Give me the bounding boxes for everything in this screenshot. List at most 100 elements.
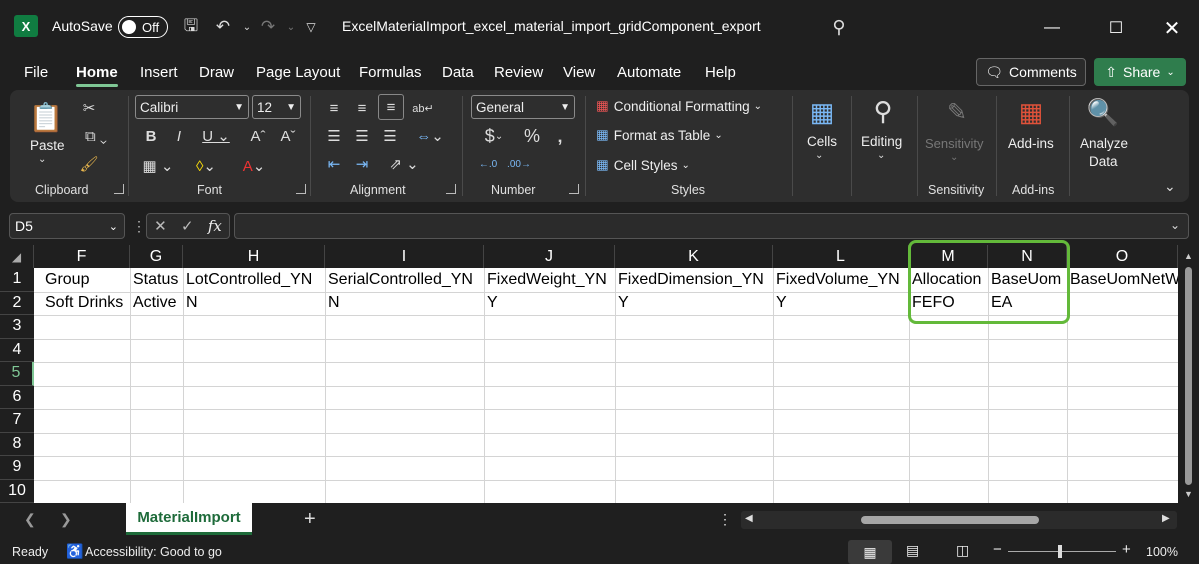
editing-dropdown-icon[interactable]: ⌄: [877, 150, 885, 161]
merge-center-icon[interactable]: ⇔ ⌄: [410, 124, 450, 148]
scroll-up-icon[interactable]: ▲: [1184, 251, 1193, 261]
scroll-down-icon[interactable]: ▼: [1184, 489, 1193, 499]
row-header-selected[interactable]: 5: [0, 362, 34, 386]
column-header[interactable]: F: [34, 245, 130, 268]
menu-insert[interactable]: Insert: [140, 64, 178, 81]
row-header[interactable]: 10: [0, 479, 34, 503]
cell-H1[interactable]: LotControlled_YN: [183, 268, 325, 292]
close-icon[interactable]: ✕: [1150, 10, 1194, 46]
cell-L1[interactable]: FixedVolume_YN: [773, 268, 909, 292]
cells-button[interactable]: Cells: [807, 134, 837, 149]
cell-O2[interactable]: [1067, 292, 1178, 316]
undo-icon[interactable]: ↶: [210, 15, 236, 39]
format-painter-icon[interactable]: 🖌: [76, 152, 102, 176]
cell-styles-button[interactable]: ▦ Cell Styles ⌄: [596, 157, 690, 173]
analyze-data-line1[interactable]: Analyze: [1080, 136, 1128, 151]
font-color-icon[interactable]: A ⌄: [234, 154, 274, 178]
autosave-toggle[interactable]: Off: [118, 16, 168, 38]
cell-K2[interactable]: Y: [615, 292, 773, 316]
minimize-icon[interactable]: —: [1030, 10, 1074, 46]
menu-home[interactable]: Home: [76, 64, 118, 81]
cells-dropdown-icon[interactable]: ⌄: [815, 150, 823, 161]
page-layout-view-icon[interactable]: ▤: [906, 542, 919, 559]
row-header[interactable]: 2: [0, 291, 34, 315]
cell-I2[interactable]: N: [325, 292, 484, 316]
row-header[interactable]: 1: [0, 268, 34, 292]
horizontal-scrollbar[interactable]: ◀ ▶: [741, 511, 1177, 529]
formula-input[interactable]: [234, 213, 1189, 239]
zoom-level[interactable]: 100%: [1146, 545, 1178, 559]
column-header[interactable]: H: [183, 245, 325, 268]
column-header[interactable]: I: [325, 245, 484, 268]
format-as-table-button[interactable]: ▦ Format as Table ⌄: [596, 127, 723, 143]
align-left-icon[interactable]: ☰: [322, 124, 346, 148]
zoom-slider-thumb[interactable]: [1058, 545, 1062, 558]
number-launcher-icon[interactable]: [569, 184, 579, 194]
next-sheet-icon[interactable]: ❯: [60, 511, 72, 528]
orientation-icon[interactable]: ⇗ ⌄: [384, 152, 424, 176]
vertical-scroll-thumb[interactable]: [1185, 267, 1192, 485]
cell-L2[interactable]: Y: [773, 292, 909, 316]
editing-button[interactable]: Editing: [861, 134, 902, 149]
menu-file[interactable]: File: [24, 64, 48, 81]
add-sheet-button[interactable]: +: [304, 508, 316, 531]
percent-style-icon[interactable]: %: [520, 124, 544, 148]
zoom-slider[interactable]: [1008, 551, 1116, 552]
horizontal-scroll-thumb[interactable]: [861, 516, 1039, 524]
enter-icon[interactable]: ✓: [181, 217, 194, 235]
add-ins-button[interactable]: Add-ins: [1008, 136, 1054, 151]
analyze-data-line2[interactable]: Data: [1089, 154, 1118, 169]
cancel-icon[interactable]: ✕: [154, 217, 167, 235]
font-size-select[interactable]: 12 ▼: [252, 95, 301, 119]
wrap-text-icon[interactable]: ab↵: [410, 96, 436, 120]
italic-icon[interactable]: I: [168, 124, 190, 148]
save-icon[interactable]: 🖫: [178, 15, 204, 39]
analyze-data-icon[interactable]: 🔍: [1086, 96, 1120, 128]
menu-automate[interactable]: Automate: [617, 64, 681, 81]
add-ins-icon[interactable]: ▦: [1014, 96, 1048, 128]
comma-style-icon[interactable]: ‚: [550, 124, 570, 148]
menu-review[interactable]: Review: [494, 64, 543, 81]
alignment-launcher-icon[interactable]: [446, 184, 456, 194]
align-bottom-icon[interactable]: ≡: [378, 94, 404, 120]
cell-K1[interactable]: FixedDimension_YN: [615, 268, 773, 292]
accounting-format-icon[interactable]: $ ⌄: [474, 124, 514, 148]
zoom-in-icon[interactable]: +: [1122, 541, 1131, 558]
menu-page-layout[interactable]: Page Layout: [256, 64, 340, 81]
column-header[interactable]: G: [130, 245, 183, 268]
clipboard-launcher-icon[interactable]: [114, 184, 124, 194]
increase-decimal-icon[interactable]: ←.0: [474, 152, 502, 176]
cell-F2[interactable]: Soft Drinks: [42, 292, 130, 316]
decrease-font-icon[interactable]: Aˇ: [276, 124, 300, 148]
cell-H2[interactable]: N: [183, 292, 325, 316]
bold-icon[interactable]: B: [140, 124, 162, 148]
cell-F1[interactable]: Group: [42, 268, 130, 292]
normal-view-icon[interactable]: ▦: [848, 540, 892, 564]
column-header[interactable]: O: [1067, 245, 1178, 268]
menu-view[interactable]: View: [563, 64, 595, 81]
column-header[interactable]: L: [773, 245, 909, 268]
scroll-right-icon[interactable]: ▶: [1162, 513, 1170, 524]
menu-help[interactable]: Help: [705, 64, 736, 81]
decrease-decimal-icon[interactable]: .00→: [504, 152, 534, 176]
font-name-select[interactable]: Calibri ▼: [135, 95, 249, 119]
vertical-scrollbar[interactable]: ▲ ▼: [1178, 245, 1199, 503]
collapse-ribbon-icon[interactable]: ⌄: [1164, 178, 1176, 195]
column-header[interactable]: J: [484, 245, 615, 268]
more-options-icon[interactable]: ⋮: [718, 511, 732, 528]
cell-G1[interactable]: Status: [130, 268, 183, 292]
zoom-out-icon[interactable]: −: [993, 541, 1002, 558]
cell-G2[interactable]: Active: [130, 292, 183, 316]
align-top-icon[interactable]: ≡: [322, 96, 346, 120]
align-middle-icon[interactable]: ≡: [350, 96, 374, 120]
fill-color-icon[interactable]: ◊ ⌄: [186, 154, 226, 178]
cell-I1[interactable]: SerialControlled_YN: [325, 268, 484, 292]
underline-icon[interactable]: U ⌄: [196, 124, 236, 148]
select-all-corner[interactable]: ◢: [0, 245, 34, 268]
menu-data[interactable]: Data: [442, 64, 474, 81]
cell-J1[interactable]: FixedWeight_YN: [484, 268, 615, 292]
column-header[interactable]: K: [615, 245, 773, 268]
increase-indent-icon[interactable]: ⇥: [350, 152, 374, 176]
previous-sheet-icon[interactable]: ❮: [24, 511, 36, 528]
row-header[interactable]: 9: [0, 456, 34, 480]
